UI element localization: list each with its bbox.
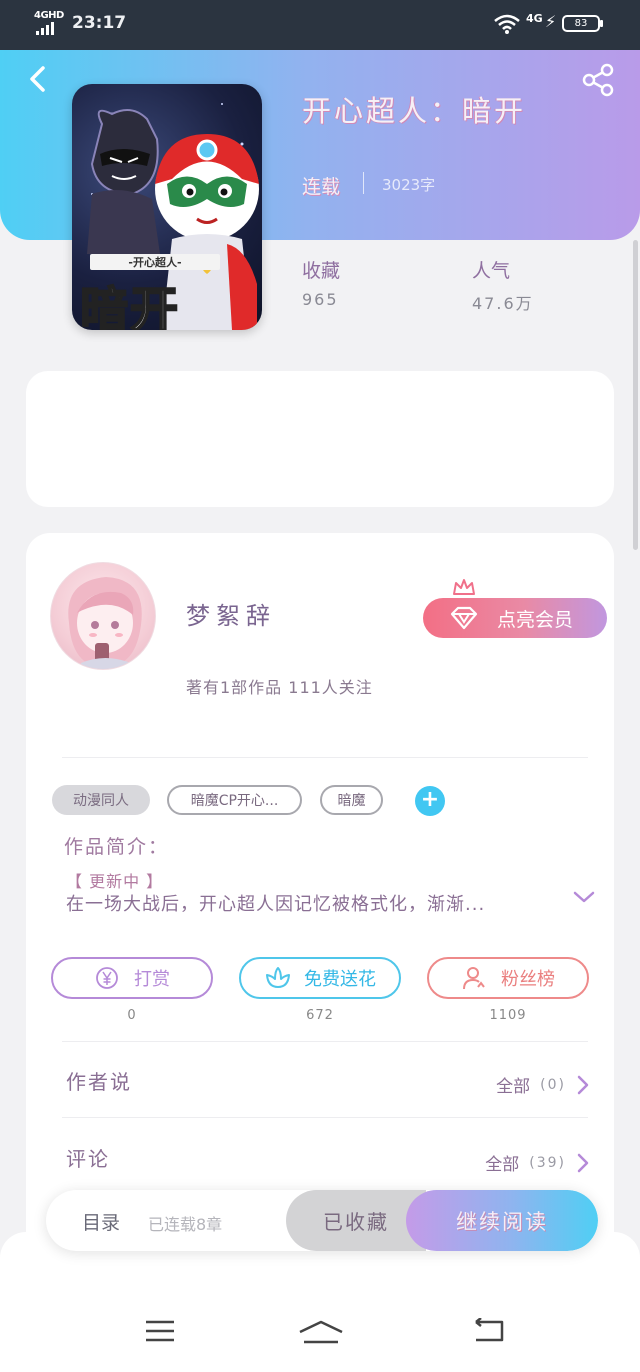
comments-all-label: 全部 — [485, 1155, 520, 1175]
home-icon[interactable] — [298, 1320, 344, 1344]
tip-button[interactable]: 打赏 — [51, 957, 213, 999]
blank-card — [26, 371, 614, 507]
popularity-value: 47.6万 — [472, 294, 534, 313]
user-icon — [463, 967, 485, 990]
flower-count: 672 — [306, 1008, 334, 1023]
network-type: 4GHD — [34, 10, 64, 21]
system-nav-bar — [0, 1232, 640, 1372]
flower-icon — [266, 967, 290, 988]
cover-title: 暗开 — [79, 281, 181, 330]
send-flower-button[interactable]: 免费送花 — [239, 957, 401, 999]
popularity-label: 人气 — [472, 260, 511, 282]
book-title: 开心超人：暗开 — [302, 94, 527, 128]
diamond-icon — [450, 606, 478, 630]
share-button[interactable] — [580, 62, 616, 98]
vip-button-label: 点亮会员 — [497, 608, 574, 631]
divider — [62, 1117, 588, 1118]
chevron-left-icon — [30, 66, 45, 92]
chevron-down-icon[interactable] — [572, 888, 596, 906]
tip-count: 0 — [127, 1008, 137, 1023]
share-icon — [582, 63, 614, 97]
menu-icon[interactable] — [144, 1318, 176, 1344]
chevron-right-icon — [577, 1153, 589, 1172]
fan-ranking-button[interactable]: 粉丝榜 — [427, 957, 589, 999]
back-nav-icon[interactable] — [472, 1318, 506, 1344]
status-bar: 4GHD 23:17 4G ⚡ 83 — [0, 0, 640, 50]
author-says-count: (0) — [540, 1076, 566, 1093]
charging-icon: ⚡ — [545, 12, 557, 31]
cellular-type: 4G — [526, 12, 543, 25]
fan-ranking-label: 粉丝榜 — [501, 969, 555, 990]
serial-status: 连载 — [302, 176, 341, 198]
divider — [62, 1041, 588, 1042]
chapter-count: 已连载8章 — [148, 1215, 223, 1234]
send-flower-label: 免费送花 — [304, 969, 376, 990]
favorites-value: 965 — [302, 290, 339, 309]
yen-icon — [96, 967, 118, 989]
comments-all-link[interactable]: 全部 (39) — [485, 1150, 590, 1175]
signal-icon — [36, 22, 54, 35]
author-says-title: 作者说 — [66, 1070, 132, 1094]
vip-button[interactable]: 点亮会员 — [423, 598, 607, 638]
cover-subtitle: -开心超人- — [90, 254, 220, 270]
back-button[interactable] — [22, 62, 52, 96]
battery-icon: 83 — [562, 15, 603, 32]
avatar-illustration — [68, 577, 142, 669]
author-says-all-link[interactable]: 全部 (0) — [496, 1072, 590, 1097]
book-cover[interactable]: -开心超人- 暗开 — [72, 84, 262, 330]
chevron-right-icon — [577, 1075, 589, 1094]
collected-button[interactable]: 已收藏 — [286, 1190, 426, 1251]
author-meta: 著有1部作品 111人关注 — [186, 678, 373, 697]
tag-item[interactable]: 暗魔 — [320, 785, 383, 815]
comments-count: (39) — [529, 1154, 566, 1171]
info-divider — [363, 172, 364, 194]
intro-label: 作品简介： — [64, 836, 170, 858]
update-badge: 【 更新中 】 — [66, 872, 164, 891]
author-says-all-label: 全部 — [496, 1077, 531, 1097]
comments-title: 评论 — [66, 1147, 110, 1171]
tag-item[interactable]: 动漫同人 — [52, 785, 150, 815]
intro-text: 在一场大战后，开心超人因记忆被格式化，渐渐... — [66, 894, 486, 915]
tag-item[interactable]: 暗魔CP开心... — [167, 785, 302, 815]
add-tag-button[interactable]: + — [415, 786, 445, 816]
favorites-label: 收藏 — [302, 260, 341, 282]
tip-label: 打赏 — [134, 969, 170, 990]
status-time: 23:17 — [72, 13, 127, 33]
author-name[interactable]: 梦絮辞 — [186, 596, 276, 631]
word-count: 3023字 — [382, 176, 436, 194]
divider — [62, 757, 588, 758]
reading-action-bar: 目录 已连载8章 已收藏 继续阅读 — [46, 1190, 598, 1251]
scrollbar[interactable] — [633, 240, 638, 550]
wifi-icon — [494, 14, 520, 34]
continue-reading-button[interactable]: 继续阅读 — [406, 1190, 598, 1251]
crown-icon — [453, 579, 475, 595]
fan-count: 1109 — [489, 1008, 527, 1023]
author-avatar[interactable] — [50, 562, 156, 670]
toc-button[interactable]: 目录 — [82, 1208, 120, 1235]
